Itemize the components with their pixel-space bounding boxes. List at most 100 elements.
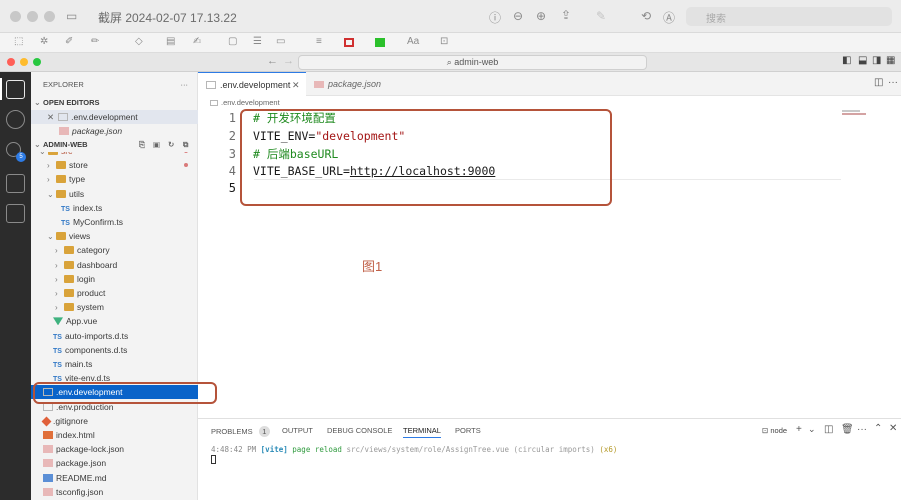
sidebar-toggle-icon[interactable]: ▭ bbox=[66, 9, 77, 23]
new-file-icon[interactable]: ⎘ bbox=[139, 138, 145, 152]
share-icon[interactable]: ⇪ bbox=[561, 8, 571, 22]
zoom-out-icon[interactable]: ⊖ bbox=[513, 9, 523, 23]
tree-item[interactable]: ⌄src bbox=[31, 152, 198, 158]
tree-item-label: main.ts bbox=[64, 359, 93, 369]
extensions-icon[interactable] bbox=[6, 204, 25, 223]
split-terminal-icon[interactable]: ◫ bbox=[824, 424, 833, 435]
tree-item[interactable]: › login bbox=[31, 272, 198, 286]
open-editor-item[interactable]: ✕ .env.development bbox=[31, 110, 198, 124]
tab-terminal[interactable]: TERMINAL bbox=[403, 426, 441, 438]
sign-icon[interactable]: ✍ bbox=[193, 36, 201, 47]
tree-item[interactable]: index.html bbox=[31, 428, 198, 442]
annotate-icon[interactable]: Ⓐ bbox=[663, 9, 675, 26]
tree-item[interactable]: package-lock.json bbox=[31, 442, 198, 456]
project-header[interactable]: ⌄ ADMIN-WEB ⎘ ▣ ↻ ⧉ bbox=[31, 138, 198, 152]
toggle-panel-icon[interactable]: ⬓ bbox=[858, 55, 867, 66]
explorer-icon[interactable] bbox=[6, 80, 25, 99]
tree-item[interactable]: › system bbox=[31, 300, 198, 314]
tab-env-development[interactable]: .env.development ✕ bbox=[198, 72, 306, 96]
env-file-icon bbox=[210, 100, 218, 106]
tab-ports[interactable]: PORTS bbox=[455, 426, 481, 435]
tree-item[interactable]: README.md bbox=[31, 471, 198, 485]
draw-icon[interactable]: ✏ bbox=[91, 36, 99, 47]
terminal-shell-selector[interactable]: ⊡ node bbox=[762, 426, 787, 435]
new-folder-icon[interactable]: ▣ bbox=[153, 138, 160, 152]
more-actions-icon[interactable]: ··· bbox=[888, 77, 898, 88]
adjust-color-icon[interactable]: ☰ bbox=[253, 36, 262, 47]
search-icon[interactable] bbox=[6, 110, 25, 129]
open-editor-item[interactable]: package.json bbox=[31, 124, 198, 138]
rect-select-icon[interactable]: ⬚ bbox=[14, 36, 23, 47]
split-editor-icon[interactable]: ◫ bbox=[874, 77, 883, 88]
editor-area: .env.development ✕ package.json ◫ ··· .e… bbox=[198, 72, 901, 418]
info-icon[interactable]: ⓘ bbox=[489, 9, 501, 26]
tree-item-label: type bbox=[69, 174, 86, 185]
chevron-down-icon[interactable]: ⌄ bbox=[808, 424, 816, 435]
tree-item[interactable]: › category bbox=[31, 243, 198, 257]
tree-item[interactable]: TS index.ts bbox=[31, 201, 198, 215]
breadcrumb-file[interactable]: .env.development bbox=[221, 98, 280, 107]
tab-debug-console[interactable]: DEBUG CONSOLE bbox=[327, 426, 392, 435]
open-editors-header[interactable]: ⌄ OPEN EDITORS bbox=[31, 96, 198, 110]
tree-item[interactable]: › product bbox=[31, 286, 198, 300]
zoom-in-icon[interactable]: ⊕ bbox=[536, 9, 546, 23]
tree-item[interactable]: TS main.ts bbox=[31, 357, 198, 371]
tree-item[interactable]: TS MyConfirm.ts bbox=[31, 215, 198, 229]
vscode-minimize-button[interactable] bbox=[20, 58, 28, 66]
toggle-secondary-sidebar-icon[interactable]: ◨ bbox=[872, 55, 881, 66]
close-icon[interactable]: ✕ bbox=[47, 112, 54, 122]
tree-item[interactable]: ⌄ views bbox=[31, 229, 198, 243]
tree-item[interactable]: › dashboard bbox=[31, 258, 198, 272]
tab-close-icon[interactable]: ✕ bbox=[292, 73, 300, 97]
more-actions-icon[interactable]: ··· bbox=[181, 78, 189, 92]
minimize-window-button[interactable] bbox=[27, 11, 38, 22]
tab-output[interactable]: OUTPUT bbox=[282, 426, 313, 435]
search-input[interactable]: 搜索 bbox=[686, 7, 892, 26]
toggle-sidebar-icon[interactable]: ◧ bbox=[842, 55, 851, 66]
tab-package-json[interactable]: package.json bbox=[306, 72, 394, 96]
markup-icon[interactable]: ✎ bbox=[596, 9, 606, 23]
rotate-icon[interactable]: ⟲ bbox=[641, 9, 651, 23]
refresh-icon[interactable]: ↻ bbox=[168, 138, 174, 152]
shapes-icon[interactable]: ◇ bbox=[135, 36, 143, 47]
close-window-button[interactable] bbox=[10, 11, 21, 22]
tree-item[interactable]: ⌄ utils bbox=[31, 187, 198, 201]
vscode-close-button[interactable] bbox=[7, 58, 15, 66]
annotation-icon[interactable]: ⊡ bbox=[440, 36, 448, 47]
note-icon[interactable]: ▢ bbox=[228, 36, 237, 47]
terminal-output[interactable]: 4:48:42 PM [vite] page reload src/views/… bbox=[211, 445, 617, 454]
tree-item[interactable]: › store bbox=[31, 158, 198, 172]
back-arrow-icon[interactable]: ← bbox=[267, 55, 278, 67]
run-debug-icon[interactable] bbox=[6, 174, 25, 193]
maximize-panel-icon[interactable]: ⌃ bbox=[874, 423, 882, 434]
tree-item[interactable]: TS auto-imports.d.ts bbox=[31, 329, 198, 343]
text-style-icon[interactable]: Aa bbox=[407, 36, 419, 47]
border-color-icon[interactable] bbox=[344, 38, 354, 47]
adjust-size-icon[interactable]: ▭ bbox=[276, 36, 285, 47]
trash-icon[interactable]: 🗑 bbox=[841, 424, 854, 435]
ts-file-icon: TS bbox=[53, 347, 62, 355]
tree-item[interactable]: tsconfig.json bbox=[31, 485, 198, 499]
magic-select-icon[interactable]: ✲ bbox=[40, 36, 48, 47]
text-box-icon[interactable]: ▤ bbox=[166, 36, 175, 47]
collapse-all-icon[interactable]: ⧉ bbox=[183, 138, 188, 152]
gitignore-icon bbox=[41, 416, 52, 427]
command-center[interactable]: ⌕ admin-web bbox=[298, 55, 647, 70]
new-terminal-icon[interactable]: + bbox=[796, 424, 802, 435]
forward-arrow-icon[interactable]: → bbox=[283, 55, 294, 67]
zoom-window-button[interactable] bbox=[44, 11, 55, 22]
more-actions-icon[interactable]: ··· bbox=[857, 424, 867, 435]
line-style-icon[interactable]: ≡ bbox=[316, 36, 322, 47]
vscode-zoom-button[interactable] bbox=[33, 58, 41, 66]
minimap[interactable] bbox=[842, 110, 868, 118]
close-panel-icon[interactable]: ✕ bbox=[889, 423, 897, 434]
tree-item[interactable]: package.json bbox=[31, 456, 198, 470]
tree-item[interactable]: App.vue bbox=[31, 314, 198, 328]
sketch-icon[interactable]: ✐ bbox=[65, 36, 73, 47]
tree-item[interactable]: .gitignore bbox=[31, 414, 198, 428]
tree-item[interactable]: › type bbox=[31, 172, 198, 186]
tab-problems[interactable]: PROBLEMS 1 bbox=[211, 426, 270, 437]
fill-color-icon[interactable] bbox=[375, 38, 385, 47]
customize-layout-icon[interactable]: ▦ bbox=[886, 55, 895, 66]
tree-item[interactable]: TS components.d.ts bbox=[31, 343, 198, 357]
